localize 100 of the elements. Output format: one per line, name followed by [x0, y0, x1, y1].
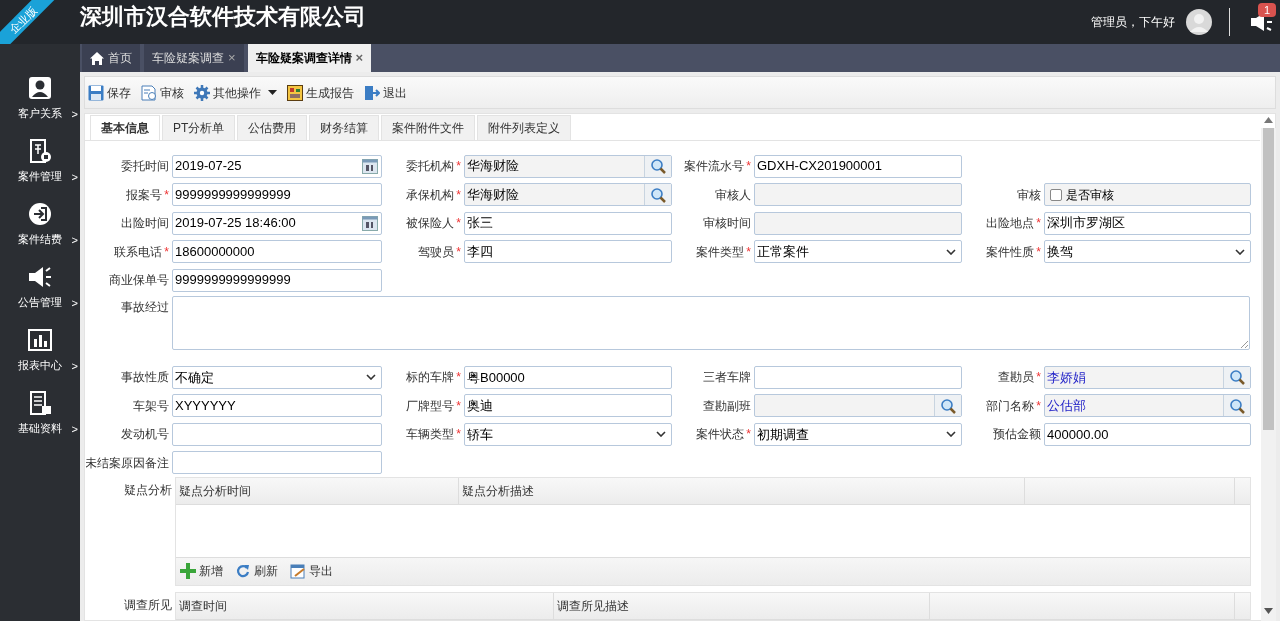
date-field[interactable]: 2019-07-25 — [172, 154, 382, 178]
tab[interactable]: 附件列表定义 — [477, 115, 572, 141]
calendar-icon — [362, 158, 378, 175]
required-mark: * — [164, 186, 169, 204]
sidebar-item[interactable]: 客户关系 > — [0, 70, 80, 133]
greeting-text: 管理员，下午好 — [1091, 14, 1175, 31]
input-field[interactable]: GDXH-CX201900001 — [754, 154, 962, 178]
checkbox-field[interactable]: 是否审核 — [1044, 183, 1251, 207]
toolbar-button[interactable]: 保存 — [88, 80, 131, 105]
refresh-icon — [235, 563, 251, 580]
close-icon[interactable]: × — [228, 48, 236, 68]
scrollbar-thumb[interactable] — [1263, 128, 1274, 430]
chevron-down-icon — [1235, 248, 1245, 255]
required-mark: * — [1036, 397, 1041, 415]
chevron-down-icon — [366, 374, 376, 381]
input-field[interactable] — [172, 451, 382, 475]
input-field[interactable] — [754, 365, 962, 389]
field-label: 查勘副班 — [703, 397, 751, 415]
lookup-field[interactable]: 李娇娟 — [1044, 365, 1251, 389]
checkbox-label: 是否审核 — [1066, 186, 1114, 204]
document-icon — [141, 84, 157, 101]
chevron-down-icon — [946, 431, 956, 438]
section-label: 调查所见 — [124, 597, 172, 614]
grid-action-button[interactable]: 刷新 — [235, 562, 278, 581]
field-label: 审核 — [1017, 186, 1041, 204]
checkbox[interactable] — [1050, 188, 1062, 201]
text-area[interactable] — [172, 295, 1250, 350]
input-field[interactable]: 深圳市罗湖区 — [1044, 211, 1251, 235]
input-field[interactable]: 18600000000 — [172, 240, 382, 264]
input-field[interactable]: 9999999999999999 — [172, 183, 382, 207]
company-title: 深圳市汉合软件技术有限公司 — [80, 3, 366, 31]
input-field[interactable] — [754, 183, 962, 207]
scroll-up-icon[interactable] — [1264, 117, 1273, 123]
date-field[interactable]: 2019-07-25 18:46:00 — [172, 211, 382, 235]
field-label: 车辆类型 — [406, 426, 455, 444]
chevron-down-icon — [946, 248, 956, 255]
field-label: 委托时间 — [121, 158, 169, 176]
lookup-field[interactable]: 公估部 — [1044, 394, 1251, 418]
close-icon[interactable]: × — [355, 48, 364, 68]
select-field[interactable]: 初期调查 — [754, 422, 962, 446]
field-label: 案件类型 — [696, 243, 745, 261]
chevron-down-icon — [656, 431, 666, 438]
input-field[interactable]: 粤B00000 — [464, 365, 672, 389]
input-field[interactable]: 400000.00 — [1044, 422, 1251, 446]
sidebar-item[interactable]: 报表中心 > — [0, 322, 80, 385]
sidebar-item[interactable]: 案件管理 > — [0, 133, 80, 196]
select-field[interactable]: 换驾 — [1044, 240, 1251, 264]
required-mark: * — [746, 426, 751, 444]
toolbar-button[interactable]: 审核 — [141, 80, 184, 105]
input-field[interactable]: XYYYYYY — [172, 394, 382, 418]
lookup-field[interactable] — [754, 394, 962, 418]
input-field[interactable]: 9999999999999999 — [172, 268, 382, 292]
toolbar-button[interactable]: 退出 — [364, 80, 407, 105]
field-label: 出险时间 — [121, 215, 169, 233]
field-label: 报案号 — [126, 186, 163, 204]
tab[interactable]: 公估费用 — [237, 115, 308, 141]
tab[interactable]: 案件附件文件 — [381, 115, 476, 141]
scroll-down-icon[interactable] — [1264, 608, 1273, 614]
select-field[interactable]: 不确定 — [172, 365, 382, 389]
tab[interactable]: 车险疑案调查详情 × — [247, 44, 372, 72]
input-field[interactable]: 李四 — [464, 240, 672, 264]
grid-action-button[interactable]: 导出 — [290, 562, 333, 581]
field-label: 审核时间 — [703, 215, 751, 233]
report-icon — [287, 84, 303, 101]
sidebar-item[interactable]: 基础资料 > — [0, 385, 80, 448]
tab[interactable]: 车险疑案调查 × — [144, 44, 244, 72]
tab[interactable]: PT分析单 — [162, 115, 236, 141]
lookup-field[interactable]: 华海财险 — [464, 154, 672, 178]
tab[interactable]: 基本信息 — [90, 115, 160, 141]
field-label: 厂牌型号 — [406, 397, 455, 415]
field-label: 未结案原因备注 — [86, 454, 169, 472]
tab[interactable]: 首页 — [82, 44, 140, 72]
select-field[interactable]: 轿车 — [464, 422, 672, 446]
sidebar-item[interactable]: 公告管理 > — [0, 259, 80, 322]
enter-icon — [28, 202, 52, 226]
field-label: 驾驶员 — [418, 243, 455, 261]
column-header: 疑点分析时间 — [176, 478, 459, 504]
field-label: 联系电话 — [114, 243, 163, 261]
exit-icon — [364, 84, 380, 101]
field-label: 案件流水号 — [684, 158, 745, 176]
required-mark: * — [746, 158, 751, 176]
avatar-icon[interactable] — [1185, 8, 1213, 36]
input-field[interactable] — [172, 422, 382, 446]
select-field[interactable]: 正常案件 — [754, 240, 962, 264]
input-field[interactable] — [754, 211, 962, 235]
sidebar-item[interactable]: 案件结费 > — [0, 196, 80, 259]
toolbar-button[interactable]: 其他操作 — [194, 80, 277, 105]
input-field[interactable]: 奥迪 — [464, 394, 672, 418]
notification-badge: 1 — [1258, 3, 1277, 17]
field-label: 部门名称 — [986, 397, 1035, 415]
input-field[interactable]: 张三 — [464, 211, 672, 235]
tab[interactable]: 财务结算 — [309, 115, 380, 141]
grid-action-button[interactable]: 新增 — [180, 562, 223, 581]
required-mark: * — [456, 243, 461, 261]
document-icon — [28, 139, 52, 163]
column-header: 调查时间 — [176, 593, 554, 619]
lookup-field[interactable]: 华海财险 — [464, 183, 672, 207]
toolbar-button[interactable]: 生成报告 — [287, 80, 354, 105]
required-mark: * — [164, 243, 169, 261]
field-label: 出险地点 — [986, 215, 1035, 233]
